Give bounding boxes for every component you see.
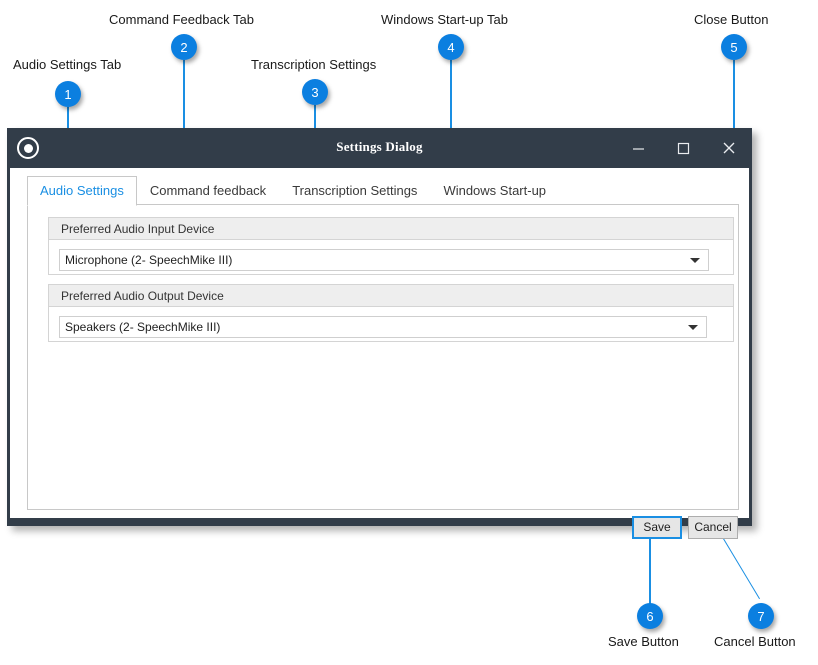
title-bar: Settings Dialog (7, 128, 752, 168)
group-preferred-audio-output-body: Speakers (2- SpeechMike III) (49, 307, 733, 348)
callout-badge-3: 3 (302, 79, 328, 105)
group-preferred-audio-output: Preferred Audio Output Device Speakers (… (48, 284, 734, 342)
tab-transcription-settings-label: Transcription Settings (292, 183, 418, 198)
callout-label-3: Transcription Settings (251, 57, 377, 72)
callout-badge-2-number: 2 (180, 39, 188, 55)
audio-output-device-value: Speakers (2- SpeechMike III) (65, 320, 221, 334)
tab-transcription-settings[interactable]: Transcription Settings (279, 176, 430, 205)
settings-dialog-window: Settings Dialog Audio Settings Command f… (7, 128, 752, 539)
callout-badge-5-number: 5 (730, 39, 738, 55)
minimize-icon (633, 147, 644, 150)
maximize-button[interactable] (661, 128, 706, 168)
group-preferred-audio-input-body: Microphone (2- SpeechMike III) (49, 240, 733, 281)
callout-badge-5: 5 (721, 34, 747, 60)
callout-badge-7-number: 7 (757, 608, 765, 624)
callout-label-6: Save Button (608, 634, 679, 649)
callout-label-7: Cancel Button (714, 634, 796, 649)
callout-badge-1-number: 1 (64, 86, 72, 102)
callout-label-1: Audio Settings Tab (13, 57, 122, 72)
minimize-button[interactable] (616, 128, 661, 168)
callout-badge-6: 6 (637, 603, 663, 629)
cancel-button[interactable]: Cancel (688, 516, 738, 539)
group-preferred-audio-input: Preferred Audio Input Device Microphone … (48, 217, 734, 275)
tab-content-panel: Preferred Audio Input Device Microphone … (27, 204, 739, 510)
callout-label-5: Close Button (694, 12, 769, 27)
tab-command-feedback-label: Command feedback (149, 183, 267, 198)
callout-badge-2: 2 (171, 34, 197, 60)
audio-input-device-select[interactable]: Microphone (2- SpeechMike III) (59, 249, 709, 271)
callout-badge-1: 1 (55, 81, 81, 107)
callout-badge-3-number: 3 (311, 84, 319, 100)
callout-badge-4: 4 (438, 34, 464, 60)
close-button[interactable] (706, 128, 751, 168)
group-preferred-audio-output-header: Preferred Audio Output Device (49, 285, 733, 307)
save-button[interactable]: Save (632, 516, 682, 539)
group-preferred-audio-input-header: Preferred Audio Input Device (49, 218, 733, 240)
tab-command-feedback[interactable]: Command feedback (137, 176, 279, 205)
callout-badge-6-number: 6 (646, 608, 654, 624)
audio-output-device-select[interactable]: Speakers (2- SpeechMike III) (59, 316, 707, 338)
callout-label-2: Command Feedback Tab (109, 12, 255, 27)
maximize-icon (677, 142, 690, 154)
dialog-body: Audio Settings Command feedback Transcri… (10, 168, 749, 539)
close-icon (723, 142, 734, 154)
tab-windows-startup[interactable]: Windows Start-up (430, 176, 559, 205)
tab-audio-settings[interactable]: Audio Settings (27, 176, 137, 206)
tab-audio-settings-label: Audio Settings (40, 183, 124, 198)
tab-windows-startup-label: Windows Start-up (443, 183, 547, 198)
chevron-down-icon (688, 325, 698, 330)
callout-badge-7: 7 (748, 603, 774, 629)
callout-label-4: Windows Start-up Tab (381, 12, 508, 27)
tab-strip: Audio Settings Command feedback Transcri… (27, 176, 559, 206)
audio-input-device-value: Microphone (2- SpeechMike III) (65, 253, 233, 267)
callout-badge-4-number: 4 (447, 39, 455, 55)
dialog-button-row: Save Cancel (632, 516, 738, 539)
chevron-down-icon (690, 258, 700, 263)
